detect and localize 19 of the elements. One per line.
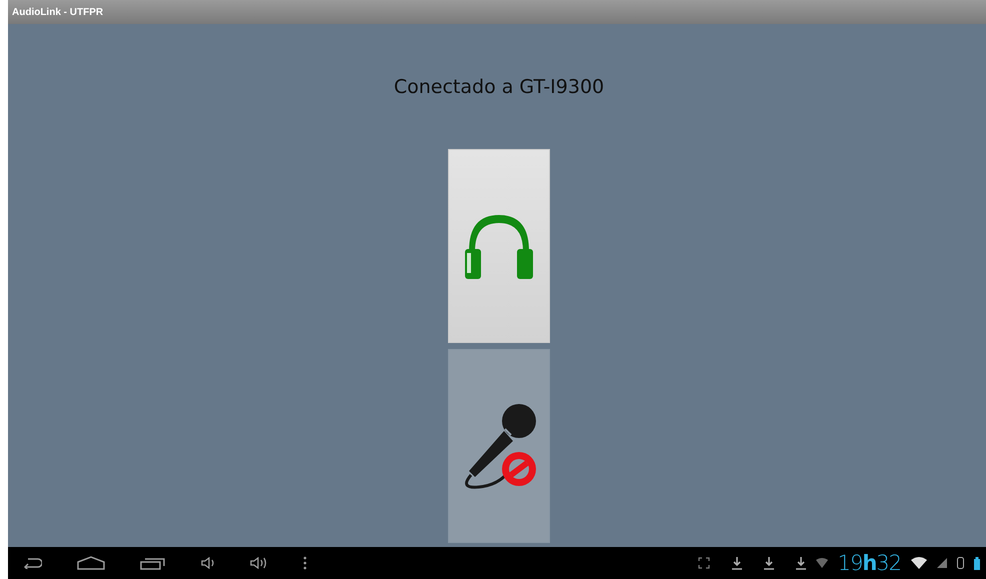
back-icon[interactable] — [24, 557, 42, 569]
battery-icon — [974, 556, 980, 570]
connection-status: Conectado a GT-I9300 — [394, 76, 604, 100]
fullscreen-icon — [698, 557, 710, 569]
microphone-button[interactable] — [448, 349, 550, 543]
menu-icon[interactable] — [303, 556, 307, 570]
wifi-icon — [816, 558, 828, 568]
signal-icon — [937, 558, 947, 568]
download-icon — [732, 556, 742, 570]
recent-apps-icon[interactable] — [140, 556, 166, 570]
volume-down-icon[interactable] — [201, 557, 215, 569]
download-icon — [796, 556, 806, 570]
download-icon — [764, 556, 774, 570]
volume-up-icon[interactable] — [250, 557, 268, 569]
clock: 19h32 — [838, 551, 901, 575]
wifi-icon — [911, 557, 927, 569]
window-title: AudioLink - UTFPR — [12, 6, 104, 18]
headphones-button[interactable] — [448, 149, 550, 343]
home-icon[interactable] — [77, 556, 105, 570]
